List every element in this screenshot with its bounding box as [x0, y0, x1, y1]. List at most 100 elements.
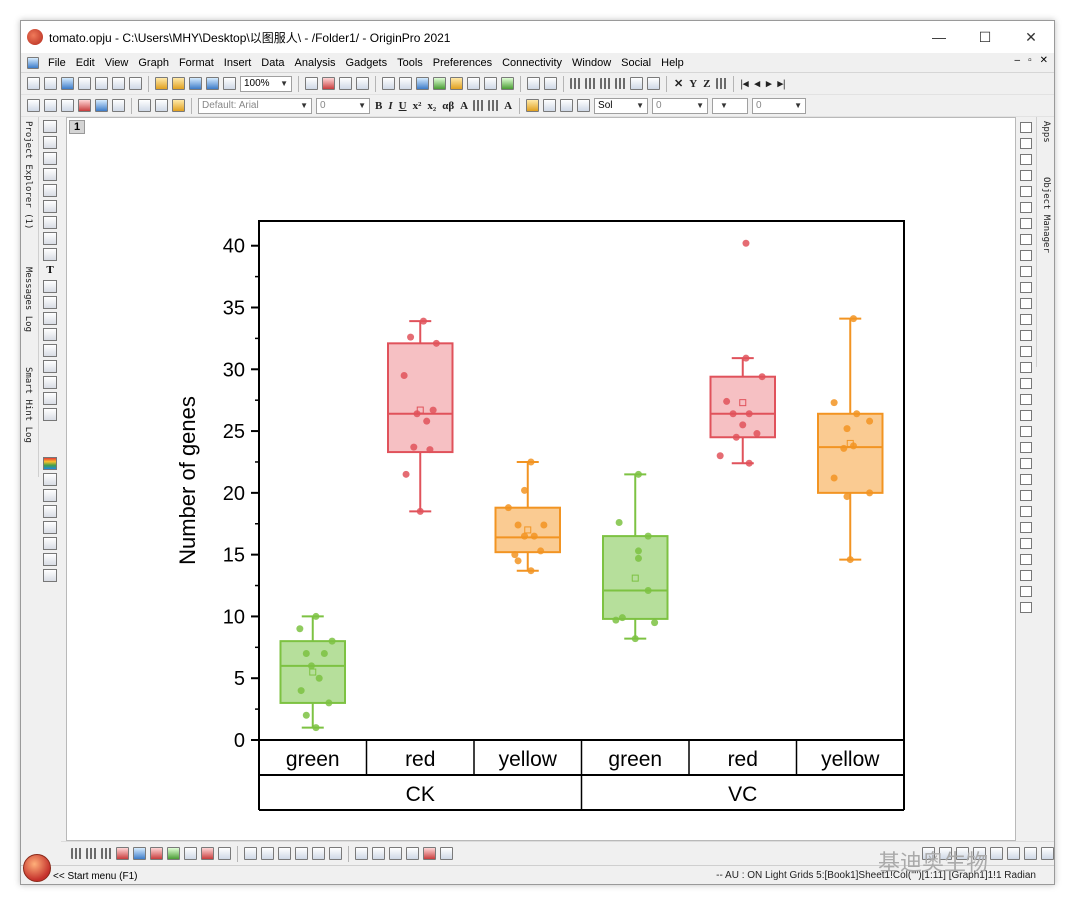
3d-wire-icon[interactable]: [295, 847, 308, 860]
menu-social[interactable]: Social: [616, 57, 656, 69]
properties-icon[interactable]: [1020, 554, 1032, 565]
distribute-icon[interactable]: [1020, 346, 1032, 357]
quick-fit-icon[interactable]: [389, 847, 402, 860]
object-align-middle-icon[interactable]: [990, 847, 1003, 860]
grid-icon[interactable]: [1020, 234, 1032, 245]
3d-template-icon[interactable]: [329, 847, 342, 860]
greek-icon[interactable]: αβ: [442, 100, 454, 112]
zoom-out-icon[interactable]: [1020, 202, 1032, 213]
3d-scatter-icon[interactable]: [278, 847, 291, 860]
line-icon[interactable]: [71, 848, 82, 859]
zoom-tool-icon[interactable]: [43, 152, 57, 165]
tree-icon[interactable]: [450, 77, 463, 90]
polar-icon[interactable]: [184, 847, 197, 860]
line-style-select[interactable]: Sol ▼: [594, 97, 649, 114]
menu-preferences[interactable]: Preferences: [428, 57, 497, 69]
merge-icon[interactable]: [44, 99, 57, 112]
hand-tool-icon[interactable]: [43, 344, 57, 357]
lock-position-icon[interactable]: [1020, 522, 1032, 533]
font-select[interactable]: Default: Arial ▼: [198, 97, 312, 114]
minimize-button[interactable]: —: [916, 21, 962, 53]
set-as-y-icon[interactable]: Y: [689, 78, 697, 90]
results-log-icon[interactable]: [356, 77, 369, 90]
financial-icon[interactable]: [201, 847, 214, 860]
superscript-icon[interactable]: x²: [413, 100, 422, 112]
split-graphs-icon[interactable]: [372, 847, 385, 860]
layer-tool-icon[interactable]: [1020, 122, 1032, 133]
same-height-icon[interactable]: [1020, 378, 1032, 389]
code-builder-icon[interactable]: [382, 77, 395, 90]
font-size-select[interactable]: 0 ▼: [316, 97, 370, 114]
pattern-color-select[interactable]: ▼: [712, 97, 749, 114]
line-symbol-icon[interactable]: [101, 848, 112, 859]
back-icon[interactable]: [1020, 410, 1032, 421]
data-connector-icon[interactable]: [467, 77, 480, 90]
set-as-z-icon[interactable]: Z: [703, 78, 710, 90]
merge-graphs-icon[interactable]: [355, 847, 368, 860]
new-workbook-icon[interactable]: [44, 77, 57, 90]
script-window-icon[interactable]: [399, 77, 412, 90]
line-color-icon[interactable]: [560, 99, 574, 112]
flip-icon[interactable]: [1020, 506, 1032, 517]
import-icon[interactable]: [223, 77, 236, 90]
menu-file[interactable]: File: [43, 57, 71, 69]
fill-color-icon[interactable]: [526, 99, 540, 112]
menu-connectivity[interactable]: Connectivity: [497, 57, 567, 69]
menu-view[interactable]: View: [100, 57, 134, 69]
end-icon[interactable]: [1020, 602, 1032, 613]
column-stats-icon[interactable]: [527, 77, 540, 90]
scatter-icon[interactable]: [86, 848, 97, 859]
menu-tools[interactable]: Tools: [392, 57, 428, 69]
annotation-tool-icon[interactable]: [43, 280, 57, 293]
whole-page-icon[interactable]: [1020, 218, 1032, 229]
set-as-x-icon[interactable]: ✕: [674, 77, 683, 90]
maximize-button[interactable]: ☐: [962, 21, 1008, 53]
cut-icon[interactable]: [138, 99, 151, 112]
object-same-size-icon[interactable]: [1024, 847, 1037, 860]
align-top-icon[interactable]: [1020, 298, 1032, 309]
arrange-icon[interactable]: [1020, 250, 1032, 261]
color-scale-icon[interactable]: [43, 521, 57, 534]
menu-gadgets[interactable]: Gadgets: [341, 57, 393, 69]
new-legend-icon[interactable]: [43, 505, 57, 518]
start-menu-icon[interactable]: [23, 854, 51, 882]
3d-surface-icon[interactable]: [244, 847, 257, 860]
previous-icon[interactable]: ◂: [754, 77, 760, 90]
last-icon[interactable]: ▸|: [778, 77, 786, 90]
lock-icon[interactable]: [43, 408, 57, 421]
draw-data-icon[interactable]: [43, 248, 57, 261]
italic-icon[interactable]: I: [388, 100, 392, 112]
layer-properties-icon[interactable]: [43, 489, 57, 502]
mdi-close-button[interactable]: ✕: [1040, 55, 1048, 66]
object-distribute-icon[interactable]: [1041, 847, 1054, 860]
line-width-select[interactable]: 0 ▼: [652, 97, 709, 114]
menu-insert[interactable]: Insert: [219, 57, 257, 69]
font-color-icon[interactable]: A: [504, 100, 512, 112]
rectangle-tool-icon[interactable]: [43, 328, 57, 341]
smooth-icon[interactable]: [406, 847, 419, 860]
screen-reader-icon[interactable]: [43, 168, 57, 181]
ungroup-icon[interactable]: [1020, 474, 1032, 485]
3d-bar-icon[interactable]: [261, 847, 274, 860]
color-map-icon[interactable]: [43, 473, 57, 486]
open-template-icon[interactable]: [172, 77, 185, 90]
box-chart[interactable]: 0 5 10 15 20 25 30 35 40 Number of genes green red y…: [67, 118, 1015, 840]
menu-graph[interactable]: Graph: [133, 57, 174, 69]
menu-window[interactable]: Window: [567, 57, 616, 69]
line-plot-icon[interactable]: [570, 78, 581, 89]
list-icon[interactable]: [488, 100, 500, 111]
menu-analysis[interactable]: Analysis: [290, 57, 341, 69]
sort-icon[interactable]: [544, 77, 557, 90]
insert-graph-icon[interactable]: [43, 360, 57, 373]
error-bar-icon[interactable]: [715, 78, 727, 89]
underline-icon[interactable]: U: [399, 100, 407, 112]
date-time-icon[interactable]: [43, 537, 57, 550]
new-layer-icon[interactable]: [43, 553, 57, 566]
text-tool-icon[interactable]: T: [43, 264, 57, 277]
new-matrix-icon[interactable]: [78, 77, 91, 90]
data-reader-icon[interactable]: [43, 184, 57, 197]
new-layout-icon[interactable]: [129, 77, 142, 90]
save-icon[interactable]: [189, 77, 202, 90]
duplicate-icon[interactable]: [339, 77, 352, 90]
menu-help[interactable]: Help: [656, 57, 689, 69]
